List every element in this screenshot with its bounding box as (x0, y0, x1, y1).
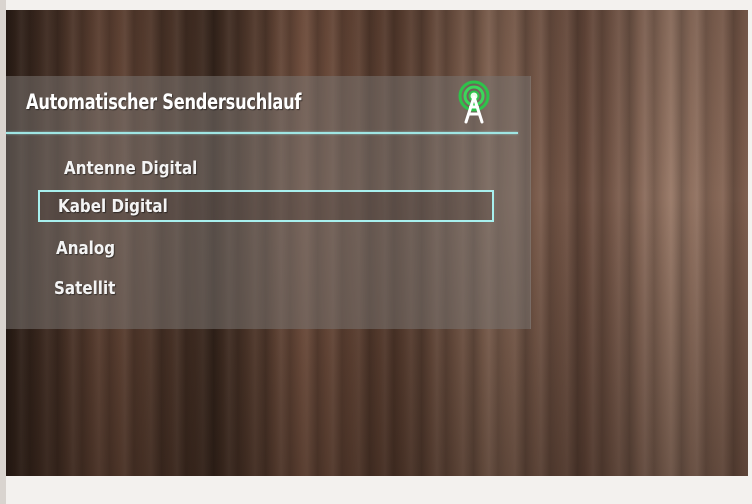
menu-item-antenne-digital[interactable]: Antenne Digital (64, 158, 197, 179)
menu-item-analog[interactable]: Analog (56, 238, 115, 259)
antenna-tower-icon (458, 80, 490, 124)
menu-item-satellit[interactable]: Satellit (54, 278, 115, 299)
title-divider (6, 132, 518, 134)
tv-screen: Automatischer Sendersuchlauf Antenne Dig… (6, 10, 748, 476)
channel-scan-menu: Automatischer Sendersuchlauf Antenne Dig… (6, 76, 531, 329)
menu-item-kabel-digital[interactable]: Kabel Digital (58, 196, 168, 217)
menu-title: Automatischer Sendersuchlauf (26, 90, 302, 114)
menu-item-kabel-digital-selected[interactable]: Kabel Digital (38, 190, 494, 222)
